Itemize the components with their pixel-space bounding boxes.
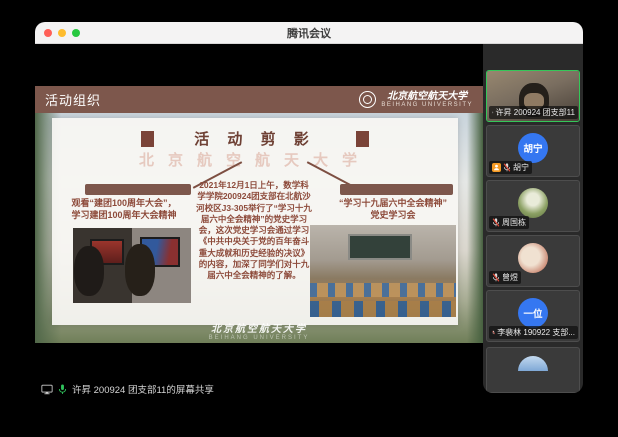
mic-muted-icon (503, 163, 511, 172)
share-status-bar: 许昇 200924 团支部11的屏幕共享 (41, 381, 214, 397)
participant-name: 周国栋 (502, 217, 526, 228)
middle-paragraph: 2021年12月1日上午，数学科学学院200924团支部在北航沙河校区J3-30… (196, 180, 312, 282)
participant-label: 许昇 200924 团支部11 (489, 106, 578, 119)
photo-watching-broadcast (73, 228, 191, 303)
participant-label: 胡宁 (489, 161, 532, 174)
traffic-lights (44, 29, 80, 37)
desktop-background: 腾讯会议 活动组织 北京航空航天大学 BEIHANG UNIVERSITY (0, 0, 618, 437)
participant-tile[interactable]: 一位 李裴林 190922 支部... (486, 290, 580, 342)
university-name-en: BEIHANG UNIVERSITY (381, 102, 473, 108)
slide-header: 活动组织 北京航空航天大学 BEIHANG UNIVERSITY (35, 86, 483, 113)
university-name-cn: 北京航空航天大学 (381, 91, 473, 102)
person-silhouette (74, 246, 104, 296)
caption-bar-right (340, 184, 453, 195)
avatar (518, 243, 548, 273)
avatar: 一位 (518, 298, 548, 328)
participant-name: 胡宁 (513, 162, 529, 173)
slide-body: 活 动 剪 影 北京航空航天大学 观看“建团100周年大会”， 学习建团100周… (35, 113, 483, 343)
participant-name: 曾煜 (502, 272, 518, 283)
caption-left: 观看“建团100周年大会”， 学习建团100周年大会精神 (54, 198, 194, 221)
meeting-window: 腾讯会议 活动组织 北京航空航天大学 BEIHANG UNIVERSITY (35, 22, 583, 415)
window-title: 腾讯会议 (287, 25, 331, 41)
fullscreen-button[interactable] (72, 29, 80, 37)
slide-footer-watermark: 北京航空航天大学 BEIHANG UNIVERSITY (35, 320, 483, 341)
participant-label: 李裴林 190922 支部... (489, 326, 578, 339)
mic-muted-icon (492, 328, 495, 337)
meeting-content: 活动组织 北京航空航天大学 BEIHANG UNIVERSITY (35, 44, 583, 414)
host-icon (492, 163, 501, 172)
mic-muted-icon (492, 218, 500, 227)
participant-tile[interactable]: 胡宁 胡宁 (486, 125, 580, 177)
title-square-left (141, 131, 154, 147)
participant-tile[interactable]: 周国栋 (486, 180, 580, 232)
title-square-right (356, 131, 369, 147)
share-status-label: 许昇 200924 团支部11的屏幕共享 (72, 382, 214, 396)
panel-title: 活 动 剪 影 (194, 128, 316, 149)
participant-label: 周国栋 (489, 216, 529, 229)
screen-share-icon (41, 384, 53, 395)
close-button[interactable] (44, 29, 52, 37)
panel-watermark: 北京航空航天大学 (52, 149, 458, 170)
avatar (518, 188, 548, 218)
person-silhouette (125, 244, 155, 296)
footer-watermark-cn: 北京航空航天大学 (35, 320, 483, 335)
classroom-chairs-shape (310, 301, 456, 317)
panel-title-row: 活 动 剪 影 (52, 128, 458, 149)
participant-label: 曾煜 (489, 271, 521, 284)
avatar (518, 356, 548, 371)
minimize-button[interactable] (58, 29, 66, 37)
presentation-slide: 活动组织 北京航空航天大学 BEIHANG UNIVERSITY (35, 86, 483, 343)
participant-tile-video[interactable]: 许昇 200924 团支部11 (486, 70, 580, 122)
participant-name: 许昇 200924 团支部11 (496, 107, 575, 118)
screen-share-view: 活动组织 北京航空航天大学 BEIHANG UNIVERSITY (35, 44, 483, 414)
classroom-screen-shape (348, 234, 412, 260)
mic-on-icon (58, 384, 67, 395)
content-panel: 活 动 剪 影 北京航空航天大学 观看“建团100周年大会”， 学习建团100周… (52, 118, 458, 325)
university-brand: 北京航空航天大学 BEIHANG UNIVERSITY (359, 91, 473, 108)
participant-tile-partial[interactable] (486, 347, 580, 393)
window-titlebar[interactable]: 腾讯会议 (35, 22, 583, 44)
mic-muted-icon (492, 273, 500, 282)
caption-bar-left (85, 184, 191, 195)
mic-on-icon (492, 108, 494, 117)
avatar: 胡宁 (518, 133, 548, 163)
beihang-logo-icon (359, 91, 376, 108)
classroom-chairs-shape (310, 283, 456, 297)
caption-right: “学习十九届六中全会精神” 党史学习会 (328, 198, 458, 221)
participant-tile[interactable]: 曾煜 (486, 235, 580, 287)
participant-name: 李裴林 190922 支部... (497, 327, 575, 338)
slide-section-title: 活动组织 (45, 90, 101, 109)
participants-sidebar: 许昇 200924 团支部11 胡宁 (483, 44, 583, 393)
photo-classroom (310, 225, 456, 317)
footer-watermark-en: BEIHANG UNIVERSITY (35, 335, 483, 341)
